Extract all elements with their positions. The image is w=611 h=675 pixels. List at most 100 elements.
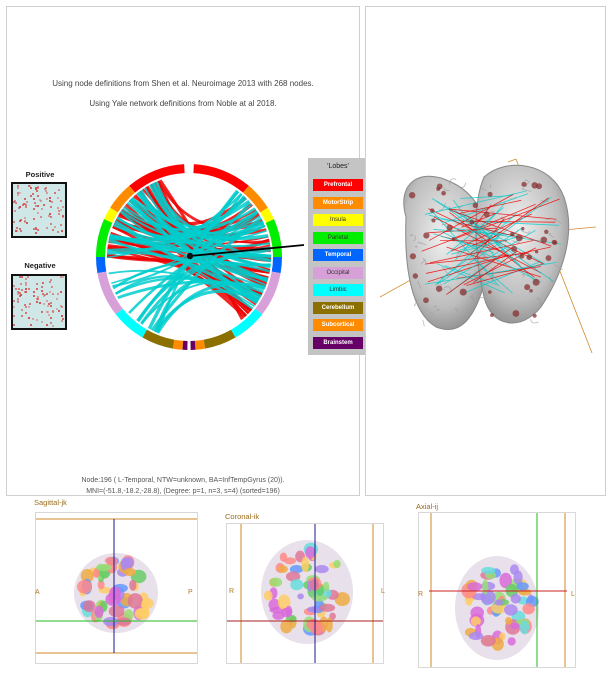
matrix-cell (43, 204, 45, 206)
3d-node-sphere[interactable] (512, 310, 520, 317)
legend-item-cerebellum[interactable]: Cerebellum (313, 301, 363, 314)
3d-node-sphere[interactable] (515, 234, 523, 242)
3d-node-sphere[interactable] (545, 255, 552, 261)
matrix-cell (21, 276, 23, 278)
legend-item-motorstrip[interactable]: MotorStrip (313, 196, 363, 209)
matrix-cell (50, 322, 52, 324)
legend-item-occipital[interactable]: Occipital (313, 266, 363, 279)
matrix-cell (44, 188, 46, 190)
matrix-cell (13, 324, 15, 326)
matrix-cell (26, 222, 28, 224)
3d-node-sphere[interactable] (423, 232, 430, 239)
lobe-arc[interactable] (193, 164, 249, 193)
axial-title: Axial-ij (416, 502, 439, 511)
3d-node-sphere[interactable] (544, 229, 549, 234)
matrix-cell (13, 300, 15, 302)
3d-node-sphere[interactable] (540, 236, 548, 244)
3d-node-sphere[interactable] (532, 313, 537, 318)
matrix-cell (30, 195, 32, 197)
3d-node-sphere[interactable] (459, 288, 467, 296)
legend-item-limbic[interactable]: Limbic (313, 284, 363, 296)
lobe-arc[interactable] (172, 339, 184, 350)
3d-node-sphere[interactable] (430, 208, 435, 213)
3d-node-sphere[interactable] (412, 273, 419, 279)
3d-node-sphere[interactable] (524, 284, 531, 291)
3d-node-sphere[interactable] (521, 181, 527, 187)
parcel-region (494, 599, 504, 606)
3d-node-sphere[interactable] (511, 245, 518, 252)
3d-node-sphere[interactable] (423, 297, 429, 304)
3d-node-sphere[interactable] (509, 231, 515, 237)
lobe-arc[interactable] (194, 339, 206, 350)
3d-node-sphere[interactable] (431, 218, 436, 223)
connectogram-chord-diagram[interactable] (79, 157, 304, 357)
3d-node-sphere[interactable] (532, 278, 540, 286)
matrix-cell (15, 288, 17, 290)
matrix-cell (35, 228, 37, 230)
matrix-cell (52, 325, 54, 327)
legend-item-prefrontal[interactable]: Prefrontal (313, 179, 363, 191)
3d-node-sphere[interactable] (529, 288, 533, 293)
lobe-arc[interactable] (271, 257, 282, 274)
parcel-region (504, 604, 518, 616)
matrix-cell (49, 197, 51, 199)
matrix-cell (29, 185, 31, 187)
3d-node-sphere[interactable] (521, 227, 525, 231)
lobe-arc[interactable] (190, 340, 196, 350)
3d-node-sphere[interactable] (472, 202, 479, 209)
3d-node-sphere[interactable] (435, 285, 443, 292)
3d-node-sphere[interactable] (526, 254, 533, 260)
axial-slice-view[interactable]: R L (418, 512, 576, 668)
matrix-cell (57, 207, 59, 209)
lobe-arc[interactable] (182, 340, 188, 350)
3d-brain-render[interactable] (366, 7, 606, 495)
legend-item-parietal[interactable]: Parietal (313, 231, 363, 244)
legend-item-insula[interactable]: Insula (313, 214, 363, 226)
3d-node-sphere[interactable] (409, 253, 416, 260)
matrix-cell (30, 187, 32, 189)
matrix-cell (24, 304, 26, 306)
matrix-cell (62, 216, 64, 218)
3d-node-sphere[interactable] (551, 239, 557, 245)
3d-node-sphere[interactable] (488, 290, 492, 294)
legend-item-subcortical[interactable]: Subcortical (313, 319, 363, 331)
legend-item-brainstem[interactable]: Brainstem (313, 336, 363, 349)
matrix-cell (40, 216, 42, 218)
lobe-arc[interactable] (203, 329, 236, 349)
3d-node-sphere[interactable] (534, 250, 539, 254)
coronal-slice-view[interactable]: R L (226, 523, 385, 664)
sagittal-slice-view[interactable]: A P (35, 512, 198, 664)
selected-node-marker[interactable] (186, 252, 194, 260)
3d-brain-panel[interactable] (365, 6, 606, 496)
axial-slice-image[interactable] (419, 513, 575, 667)
positive-matrix-thumbnail[interactable] (11, 182, 67, 238)
coronal-slice-image[interactable] (227, 524, 383, 663)
matrix-cell (60, 276, 62, 278)
matrix-cell (52, 293, 54, 295)
lobe-arc[interactable] (96, 257, 107, 274)
matrix-cell (47, 305, 49, 307)
3d-node-sphere[interactable] (487, 191, 493, 197)
3d-node-sphere[interactable] (483, 211, 490, 218)
3d-node-sphere[interactable] (441, 190, 446, 196)
matrix-cell (21, 309, 23, 311)
3d-node-sphere[interactable] (446, 224, 453, 231)
3d-node-sphere[interactable] (436, 186, 441, 191)
matrix-cell (29, 303, 31, 305)
matrix-cell (37, 205, 39, 207)
3d-node-sphere[interactable] (490, 313, 494, 317)
3d-node-sphere[interactable] (519, 253, 525, 259)
matrix-cell (46, 324, 48, 326)
legend-item-temporal[interactable]: Temporal (313, 249, 363, 261)
matrix-cell (49, 281, 51, 283)
3d-node-sphere[interactable] (469, 219, 475, 225)
matrix-cell (17, 194, 19, 196)
negative-matrix-thumbnail[interactable] (11, 274, 67, 330)
3d-node-sphere[interactable] (451, 237, 456, 241)
sagittal-left-label: A (35, 589, 40, 596)
3d-node-sphere[interactable] (536, 183, 543, 190)
sagittal-slice-image[interactable] (36, 513, 197, 663)
matrix-cell (19, 192, 21, 194)
3d-node-sphere[interactable] (408, 192, 416, 199)
parcel-region (280, 619, 293, 634)
